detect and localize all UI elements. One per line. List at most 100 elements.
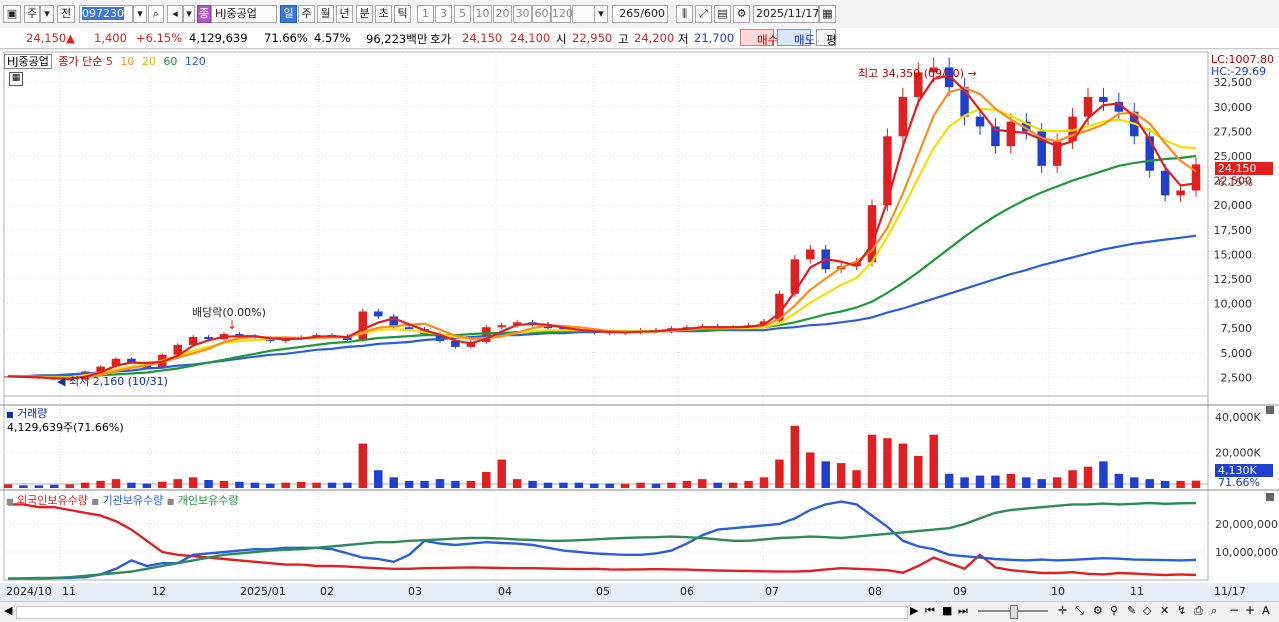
volume-bar xyxy=(543,482,553,488)
speaker-icon[interactable]: ◂ xyxy=(167,5,183,23)
tab-tick[interactable]: 틱 xyxy=(394,5,411,23)
volume-bar xyxy=(898,443,908,488)
volume-bar xyxy=(636,482,645,488)
interval-20[interactable]: 20 xyxy=(493,5,512,23)
stock-name-field[interactable]: HJ중공업 xyxy=(211,5,277,23)
volume-bar xyxy=(235,481,244,488)
draw-icon[interactable]: ✎ xyxy=(1127,604,1136,617)
market-dropdown-icon[interactable]: ▾ xyxy=(40,5,54,23)
interval-30[interactable]: 30 xyxy=(513,5,532,23)
volume-bar xyxy=(296,481,306,488)
stop-icon[interactable]: ■ xyxy=(942,604,952,617)
interval-3[interactable]: 3 xyxy=(435,5,452,23)
legend-ma5[interactable]: 5 xyxy=(106,55,113,68)
volume-bar xyxy=(605,483,614,488)
legend-institution[interactable]: 기관보유수량 xyxy=(102,494,163,507)
interval-10[interactable]: 10 xyxy=(473,5,492,23)
volume-bar xyxy=(3,484,13,488)
scroll-right-icon[interactable]: ▶ xyxy=(910,604,918,617)
candle-type-icon[interactable]: ⫼ xyxy=(676,5,693,23)
sell-button[interactable]: 매도 xyxy=(777,29,815,47)
interval-120[interactable]: 120 xyxy=(551,5,573,23)
zoom-in-icon[interactable]: + xyxy=(1245,603,1255,617)
buy-label: 매수 xyxy=(757,33,779,47)
search-icon[interactable]: ⌕ xyxy=(148,5,164,23)
tab-week[interactable]: 주 xyxy=(298,5,315,23)
volume-bar xyxy=(188,477,198,488)
volume-bar xyxy=(836,463,846,488)
legend-ma10[interactable]: 10 xyxy=(120,55,134,68)
volume-value-label: 4,129,639주(71.66%) xyxy=(7,421,124,434)
zoom-search-icon[interactable]: ⌕ xyxy=(1211,604,1217,618)
volume-bar xyxy=(867,434,877,488)
eval-button[interactable]: 평 xyxy=(816,29,837,47)
settings-icon[interactable]: ⚙ xyxy=(1093,604,1103,617)
tab-month[interactable]: 월 xyxy=(317,5,334,23)
legend-individual[interactable]: 개인보유수량 xyxy=(178,494,239,507)
volume-bar xyxy=(528,480,537,488)
legend-ma60[interactable]: 60 xyxy=(163,55,177,68)
zoom-out-icon[interactable]: − xyxy=(1229,603,1239,617)
stock-code-input[interactable]: 097230 xyxy=(79,5,133,23)
candle-body xyxy=(374,311,383,317)
tab-day[interactable]: 일 xyxy=(280,5,297,23)
tab-minute[interactable]: 분 xyxy=(356,5,373,23)
scroll-left-icon[interactable]: ◀ xyxy=(4,604,12,617)
volume-close-icon[interactable] xyxy=(1266,406,1274,414)
candle-body xyxy=(1099,96,1108,102)
candle-body xyxy=(497,325,506,328)
chart-type-icon[interactable]: ↯ xyxy=(1177,604,1186,617)
zoom-slider-handle[interactable] xyxy=(1010,605,1018,619)
tab-second[interactable]: 초 xyxy=(375,5,392,23)
buy-button[interactable]: 매수 xyxy=(740,29,778,47)
right-arrow-icon: → xyxy=(967,67,977,80)
indicator-icon[interactable]: ⤢ xyxy=(695,5,712,23)
holding-close-icon[interactable] xyxy=(1266,493,1274,501)
count-input[interactable]: 265/600 xyxy=(612,5,668,23)
gear-icon[interactable]: ⚙ xyxy=(733,5,750,23)
market-select[interactable]: 주 xyxy=(24,5,40,23)
volume-bar xyxy=(404,480,414,488)
interval-1[interactable]: 1 xyxy=(417,5,434,23)
legend-stock-name[interactable]: HJ중공업 xyxy=(4,54,52,69)
cursor-icon[interactable]: ⤡ xyxy=(1075,604,1084,618)
font-size-icon[interactable]: A xyxy=(1262,604,1270,617)
calendar-icon[interactable]: ▦ xyxy=(819,5,836,23)
volume-bar xyxy=(374,470,383,488)
tab-year[interactable]: 년 xyxy=(336,5,353,23)
low-annotation: ◀ 최저 2,160 (10/31) xyxy=(57,373,168,389)
interval-5[interactable]: 5 xyxy=(454,5,471,23)
volume-bar xyxy=(80,482,90,488)
date-input[interactable]: 2025/11/17 xyxy=(753,5,819,23)
save-icon[interactable]: ▤ xyxy=(714,5,731,23)
candle-body xyxy=(898,96,908,137)
crosshair-icon[interactable]: ✛ xyxy=(1058,604,1067,617)
data-table-icon[interactable]: ▦ xyxy=(9,72,23,86)
shape-icon[interactable]: ◇ xyxy=(1143,604,1151,617)
horizontal-scrollbar[interactable] xyxy=(16,606,908,619)
volume-bar xyxy=(590,483,599,488)
interval-60[interactable]: 60 xyxy=(532,5,551,23)
volume-bar xyxy=(960,477,969,488)
legend-ma20[interactable]: 20 xyxy=(142,55,156,68)
window-layout-icon[interactable]: ▣ xyxy=(3,5,21,23)
legend-ma120[interactable]: 120 xyxy=(185,55,206,68)
x-axis-label: 04 xyxy=(498,585,512,598)
rewind-icon[interactable]: ⏮ xyxy=(925,604,935,618)
pin-icon[interactable]: ⚲ xyxy=(1110,604,1118,617)
current-price-tag-text: 24,150 xyxy=(1218,162,1257,175)
legend-foreign[interactable]: 외국인보유수량 xyxy=(17,494,88,507)
holding-axis-tick: 20,000,000 xyxy=(1215,518,1278,531)
code-dropdown-icon[interactable]: ▾ xyxy=(133,5,147,23)
volume-bar xyxy=(806,452,815,488)
export-icon[interactable]: ⎙ xyxy=(1194,604,1203,618)
chart-svg[interactable]: 2024/10 11 12 2025/01 02 03 04 05 06 07 08 09 10 11 11… xyxy=(0,50,1279,601)
legend-ma-label[interactable]: 종가 단순 xyxy=(58,55,102,68)
fast-forward-icon[interactable]: ⏭ xyxy=(958,604,968,618)
volume-bar xyxy=(512,479,522,488)
erase-icon[interactable]: ✕ xyxy=(1160,604,1169,617)
speaker-dropdown-icon[interactable]: ▾ xyxy=(183,5,195,23)
volume-bar xyxy=(1130,477,1139,488)
interval-dropdown-icon[interactable]: ▾ xyxy=(594,5,608,23)
prev-button[interactable]: 전 xyxy=(57,5,75,23)
